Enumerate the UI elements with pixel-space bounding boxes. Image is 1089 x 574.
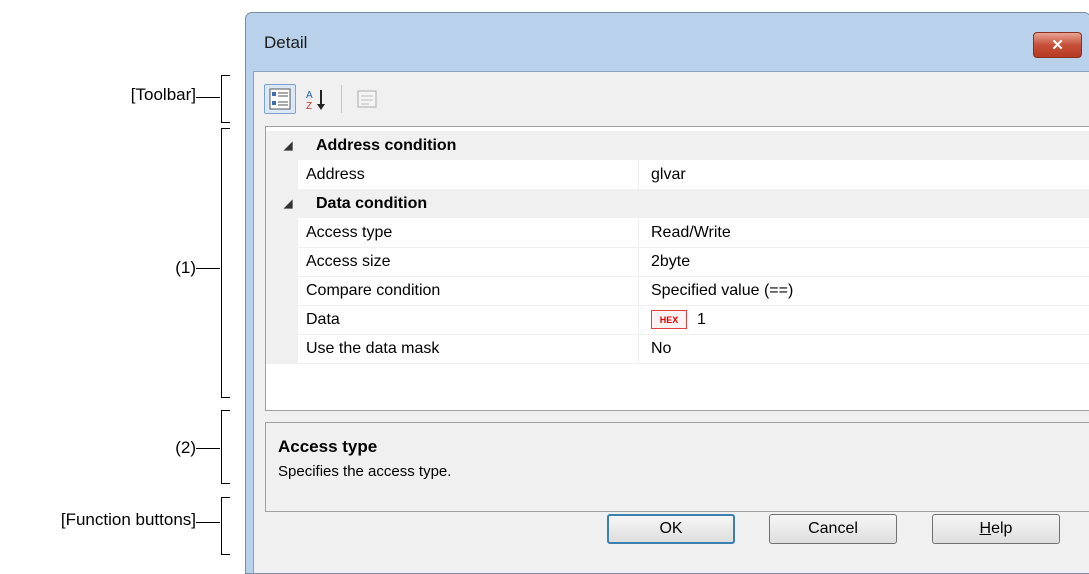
property-grid: ◢ Address condition Address glvar ◢ Data… <box>265 126 1089 411</box>
ok-button-label: OK <box>659 520 683 537</box>
title-bar[interactable]: Detail ✕ <box>246 13 1089 71</box>
callout-line <box>196 268 220 269</box>
row-gutter <box>266 334 298 363</box>
property-value[interactable]: No <box>651 340 671 358</box>
property-name: Access type <box>306 223 393 241</box>
help-accelerator: H <box>979 520 992 537</box>
row-gutter <box>266 160 298 189</box>
row-gutter <box>266 276 298 305</box>
property-row[interactable]: Access type Read/Write <box>266 218 1089 248</box>
toolbar-separator <box>341 85 342 113</box>
description-title: Access type <box>278 437 378 456</box>
property-value[interactable]: Read/Write <box>651 224 731 242</box>
callout-area-2: (2) <box>175 438 196 457</box>
collapse-arrow-icon[interactable]: ◢ <box>284 197 292 210</box>
property-row[interactable]: Access size 2byte <box>266 247 1089 277</box>
column-divider <box>638 218 639 247</box>
column-divider <box>638 276 639 305</box>
toolbar: A Z <box>264 82 383 116</box>
category-label: Data condition <box>316 194 428 212</box>
callout-line <box>196 448 220 449</box>
callout-bracket <box>221 497 230 555</box>
column-divider <box>638 305 639 334</box>
cancel-button-label: Cancel <box>808 520 858 537</box>
close-icon: ✕ <box>1051 37 1064 54</box>
property-value[interactable]: 2byte <box>651 253 690 271</box>
description-panel: Access type Specifies the access type. <box>265 422 1089 512</box>
property-pages-button[interactable] <box>351 84 383 114</box>
property-value[interactable]: glvar <box>651 166 686 184</box>
callout-function-buttons: [Function buttons] <box>60 510 196 529</box>
description-text: Specifies the access type. <box>278 463 452 480</box>
dialog-client-area: A Z ◢ Address condition Address glvar ◢ … <box>253 71 1089 573</box>
property-row[interactable]: Data HEX 1 <box>266 305 1089 335</box>
row-gutter <box>266 305 298 334</box>
callout-line <box>196 97 220 98</box>
property-value[interactable]: HEX 1 <box>651 310 706 329</box>
callout-area-1: (1) <box>175 258 196 277</box>
callout-bracket <box>221 75 230 123</box>
categorized-view-icon <box>269 88 291 110</box>
category-row[interactable]: ◢ Address condition <box>266 131 1089 160</box>
cancel-button[interactable]: Cancel <box>769 514 897 544</box>
property-value-text: 1 <box>697 310 706 328</box>
callout-line <box>196 522 220 523</box>
close-button[interactable]: ✕ <box>1033 32 1082 58</box>
callout-toolbar: [Toolbar] <box>130 85 196 104</box>
property-name: Access size <box>306 252 391 270</box>
property-value-text: Specified value (==) <box>651 281 794 299</box>
property-value-text: Read/Write <box>651 223 731 241</box>
column-divider <box>638 334 639 363</box>
row-gutter <box>266 218 298 247</box>
callout-bracket <box>221 128 230 398</box>
row-gutter <box>266 247 298 276</box>
help-button[interactable]: Help <box>932 514 1060 544</box>
sort-alphabetical-button[interactable]: A Z <box>300 84 332 114</box>
property-name: Data <box>306 310 340 328</box>
category-label: Address condition <box>316 136 457 154</box>
property-row[interactable]: Address glvar <box>266 160 1089 190</box>
callout-bracket <box>221 410 230 484</box>
property-name: Use the data mask <box>306 339 440 357</box>
detail-dialog: Detail ✕ A Z ◢ Address condition Address… <box>245 12 1089 574</box>
category-row[interactable]: ◢ Data condition <box>266 189 1089 218</box>
svg-text:Z: Z <box>306 101 312 111</box>
column-divider <box>638 160 639 189</box>
property-value-text: 2byte <box>651 252 691 270</box>
property-pages-icon <box>357 90 377 108</box>
column-divider <box>638 247 639 276</box>
collapse-arrow-icon[interactable]: ◢ <box>284 139 292 152</box>
property-name: Compare condition <box>306 281 441 299</box>
property-row[interactable]: Use the data mask No <box>266 334 1089 364</box>
property-row[interactable]: Compare condition Specified value (==) <box>266 276 1089 306</box>
property-value[interactable]: Specified value (==) <box>651 282 793 300</box>
property-value-text: No <box>651 339 672 357</box>
property-value-text: glvar <box>651 165 686 183</box>
hex-badge-icon[interactable]: HEX <box>651 310 687 329</box>
categorized-view-button[interactable] <box>264 84 296 114</box>
help-button-label: elp <box>991 520 1013 537</box>
svg-text:A: A <box>306 90 313 101</box>
window-title: Detail <box>264 33 308 52</box>
ok-button[interactable]: OK <box>607 514 735 544</box>
property-name: Address <box>306 165 365 183</box>
sort-alphabetical-icon: A Z <box>306 90 325 111</box>
